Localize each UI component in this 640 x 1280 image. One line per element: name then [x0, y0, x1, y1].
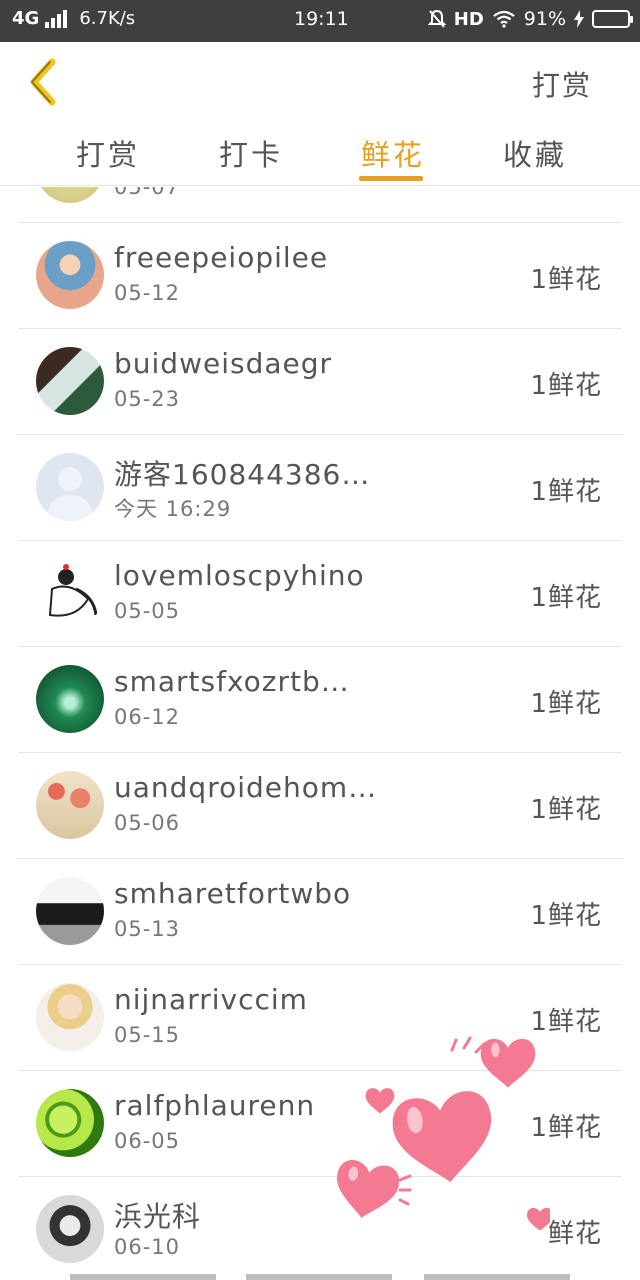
- network-type: 4G: [12, 8, 40, 29]
- list-item[interactable]: uandqroidehom… 05-06 1鲜花: [18, 752, 622, 858]
- list-item-date: 06-12: [114, 705, 181, 729]
- battery-icon: [592, 10, 633, 28]
- avatar: [36, 347, 104, 415]
- list-item[interactable]: smartsfxozrtb… 06-12 1鲜花: [18, 646, 622, 752]
- list-item-amount: 1鲜花: [530, 689, 602, 719]
- list-item-amount: 1鲜花: [530, 371, 602, 401]
- list-item-date: 05-12: [114, 281, 181, 305]
- flower-list: 05-07 freeepeiopilee 05-12 1鲜花 buidweisd…: [0, 187, 640, 1280]
- list-item-amount: 1鲜花: [530, 583, 602, 613]
- list-item[interactable]: smharetfortwbo 05-13 1鲜花: [18, 858, 622, 964]
- bottom-divider: [70, 1274, 216, 1280]
- battery-percent: 91%: [523, 8, 566, 30]
- list-item-date: 06-10: [114, 1235, 181, 1259]
- list-item-name: nijnarrivccim: [114, 983, 308, 1016]
- active-tab-indicator: [359, 176, 423, 181]
- tab-favorites[interactable]: 收藏: [503, 132, 567, 174]
- list-item-date: 05-07: [114, 187, 181, 199]
- bottom-divider: [424, 1274, 570, 1280]
- back-arrow-icon[interactable]: [24, 58, 64, 106]
- tab-bar: 打赏 打卡 鲜花 收藏: [0, 122, 640, 186]
- list-item[interactable]: ralfphlaurenn 06-05 1鲜花: [18, 1070, 622, 1176]
- list-item-name: 浜光科: [114, 1200, 202, 1233]
- list-item[interactable]: 浜光科 06-10 鲜花: [18, 1176, 622, 1280]
- list-item-name: ralfphlaurenn: [114, 1089, 316, 1122]
- list-item-date: 05-15: [114, 1023, 181, 1047]
- list-item-amount: 1鲜花: [530, 795, 602, 825]
- list-item-date: 05-06: [114, 811, 181, 835]
- hd-indicator: HD: [453, 8, 484, 30]
- user-silhouette-icon: [46, 467, 94, 521]
- list-item[interactable]: freeepeiopilee 05-12 1鲜花: [18, 222, 622, 328]
- avatar: [36, 665, 104, 733]
- list-item-amount: 鲜花: [547, 1219, 602, 1249]
- list-item-date: 今天 16:29: [114, 497, 232, 521]
- status-bar: 4G 6.7K/s 19:11 HD 91%: [0, 0, 640, 42]
- list-item[interactable]: 05-07: [18, 187, 622, 223]
- list-item-name: smartsfxozrtb…: [114, 665, 350, 698]
- list-item-amount: 1鲜花: [530, 265, 602, 295]
- mute-bell-icon: [427, 9, 446, 28]
- list-item[interactable]: nijnarrivccim 05-15 1鲜花: [18, 964, 622, 1070]
- avatar: [36, 1195, 104, 1263]
- avatar: [36, 877, 104, 945]
- list-item-name: 游客160844386…: [114, 458, 371, 491]
- reward-action-button[interactable]: 打赏: [532, 64, 592, 104]
- header: 打赏: [0, 42, 640, 122]
- avatar: [36, 771, 104, 839]
- list-item-date: 05-13: [114, 917, 181, 941]
- list-item-amount: 1鲜花: [530, 1007, 602, 1037]
- avatar: [36, 559, 104, 627]
- tab-reward[interactable]: 打赏: [76, 132, 140, 174]
- tab-flowers[interactable]: 鲜花: [361, 132, 425, 174]
- list-item-name: lovemloscpyhino: [114, 559, 365, 592]
- list-item-name: uandqroidehom…: [114, 771, 378, 804]
- avatar: [36, 187, 104, 203]
- avatar: [36, 1089, 104, 1157]
- avatar: [36, 983, 104, 1051]
- list-item-date: 06-05: [114, 1129, 181, 1153]
- signal-icon: [45, 9, 68, 28]
- list-item-date: 05-23: [114, 387, 181, 411]
- list-item[interactable]: buidweisdaegr 05-23 1鲜花: [18, 328, 622, 434]
- list-item-name: smharetfortwbo: [114, 877, 352, 910]
- network-speed: 6.7K/s: [79, 8, 136, 29]
- charging-icon: [574, 10, 584, 28]
- list-item[interactable]: lovemloscpyhino 05-05 1鲜花: [18, 540, 622, 646]
- clock: 19:11: [294, 8, 349, 30]
- default-avatar: [36, 453, 104, 521]
- avatar: [36, 241, 104, 309]
- list-item[interactable]: 游客160844386… 今天 16:29 1鲜花: [18, 434, 622, 540]
- list-item-amount: 1鲜花: [530, 477, 602, 507]
- bottom-divider: [246, 1274, 392, 1280]
- list-item-name: buidweisdaegr: [114, 347, 333, 380]
- list-item-amount: 1鲜花: [530, 1113, 602, 1143]
- list-item-date: 05-05: [114, 599, 181, 623]
- list-item-amount: 1鲜花: [530, 901, 602, 931]
- list-item-name: freeepeiopilee: [114, 241, 329, 274]
- tab-checkin[interactable]: 打卡: [219, 132, 283, 174]
- wifi-icon: [493, 10, 515, 28]
